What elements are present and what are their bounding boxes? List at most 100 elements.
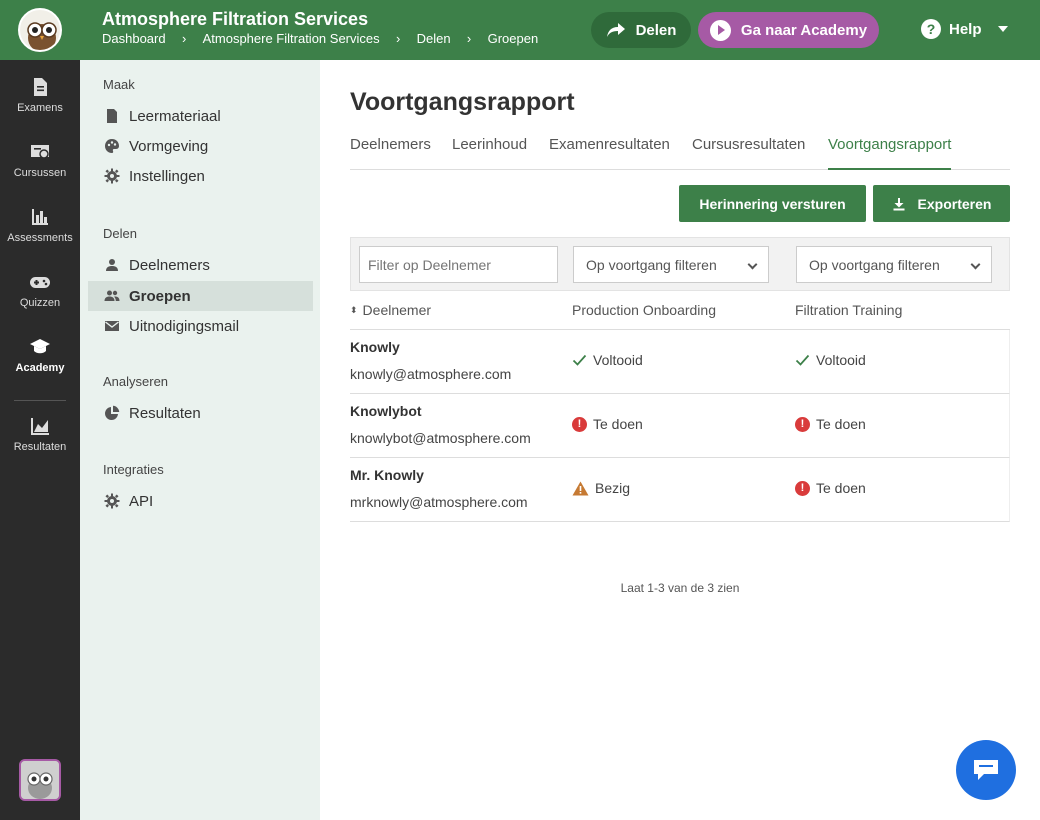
certificate-icon [31,145,49,159]
column-header-filtration-training: Filtration Training [795,302,903,318]
rail-item-assessments[interactable]: Assessments [0,206,80,266]
rail-divider [14,400,66,401]
warning-icon [572,481,589,495]
column-header-participant[interactable]: ⬍ Deelnemer [350,302,431,318]
chevron-right-icon: › [466,31,472,46]
rail-item-academy[interactable]: Academy [0,336,80,396]
breadcrumb-dashboard[interactable]: Dashboard [102,31,166,46]
area-chart-icon [31,418,49,435]
subnav-item-groepen[interactable]: Groepen [88,281,313,311]
check-icon [572,354,587,366]
logo[interactable] [0,0,80,60]
progress-filter-onboarding-select[interactable]: Op voortgang filteren [573,246,769,283]
participant-name: Knowly [350,339,400,355]
subnav-item-instellingen[interactable]: Instellingen [88,161,313,191]
gear-icon [104,168,120,184]
person-icon [106,259,118,271]
breadcrumb-organization[interactable]: Atmosphere Filtration Services [203,31,380,46]
caret-down-icon [997,26,1008,32]
export-button-label: Exporteren [917,195,992,212]
help-label: Help [949,20,982,38]
status-cell: ! Te doen [795,416,866,432]
participant-name: Mr. Knowly [350,467,424,483]
tab-cursusresultaten[interactable]: Cursusresultaten [692,136,805,170]
table-row: Mr. Knowly mrknowly@atmosphere.com Bezig… [350,458,1010,522]
chevron-right-icon: › [181,31,187,46]
subnav-item-uitnodigingsmail[interactable]: Uitnodigingsmail [88,311,313,341]
share-button[interactable]: Delen [591,12,691,48]
breadcrumb-share[interactable]: Delen [417,31,451,46]
owl-logo-icon [18,8,62,52]
app-title: Atmosphere Filtration Services [102,9,369,29]
table-header: ⬍ Deelnemer Production Onboarding Filtrat… [350,291,1010,330]
tab-deelnemers[interactable]: Deelnemers [350,136,431,170]
chevron-down-icon [747,259,758,270]
rail-item-quizzen[interactable]: Quizzen [0,271,80,331]
participant-name: Knowlybot [350,403,422,419]
chevron-right-icon: › [395,31,401,46]
academy-button[interactable]: Ga naar Academy [698,12,879,48]
play-icon [709,19,731,41]
chat-button[interactable] [956,740,1016,800]
subnav-item-deelnemers[interactable]: Deelnemers [88,250,313,280]
tab-examenresultaten[interactable]: Examenresultaten [549,136,670,170]
section-label-integraties: Integraties [103,462,164,477]
share-button-label: Delen [635,21,677,39]
status-cell: Bezig [572,480,630,496]
subnav-item-resultaten[interactable]: Resultaten [88,398,313,428]
section-label-analyseren: Analyseren [103,374,169,389]
group-icon [104,290,120,301]
breadcrumb-groups: Groepen [487,31,539,46]
status-cell: Voltooid [572,352,643,368]
subnav-item-vormgeving[interactable]: Vormgeving [88,131,313,161]
pagination-info: Laat 1-3 van de 3 zien [620,581,740,595]
participant-filter-input[interactable] [359,246,558,283]
section-label-maak: Maak [103,77,135,92]
tab-leerinhoud[interactable]: Leerinhoud [452,136,527,170]
question-icon: ? [921,19,941,39]
rail-item-examens[interactable]: Examens [0,76,80,136]
section-label-delen: Delen [103,226,137,241]
breadcrumb: Dashboard › Atmosphere Filtration Servic… [102,31,538,46]
top-bar: Atmosphere Filtration Services Dashboard… [0,0,1040,60]
chevron-down-icon [970,259,981,270]
share-arrow-icon [606,23,625,37]
user-avatar[interactable] [19,759,61,801]
alert-circle-icon: ! [572,416,587,432]
palette-icon [105,139,119,153]
tab-voortgangsrapport[interactable]: Voortgangsrapport [828,136,952,170]
rail-item-cursussen[interactable]: Cursussen [0,141,80,201]
participant-email: mrknowly@atmosphere.com [350,494,528,510]
subnav-item-api[interactable]: API [88,486,313,516]
status-cell: ! Te doen [572,416,643,432]
status-cell: ! Te doen [795,480,866,496]
table-row: Knowlybot knowlybot@atmosphere.com ! Te … [350,394,1010,458]
progress-filter-training-select[interactable]: Op voortgang filteren [796,246,992,283]
page-title: Voortgangsrapport [350,88,575,116]
participant-email: knowlybot@atmosphere.com [350,430,531,446]
alert-circle-icon: ! [795,416,810,432]
bar-chart-icon [32,209,48,225]
pie-chart-icon [105,405,120,420]
sort-icon: ⬍ [350,305,358,315]
owl-avatar-icon [21,761,59,799]
help-menu[interactable]: ? Help [921,19,1008,39]
filter-bar: Op voortgang filteren Op voortgang filte… [350,237,1010,291]
send-reminder-button[interactable]: Herinnering versturen [679,185,866,222]
subnav-item-leermateriaal[interactable]: Leermateriaal [88,101,313,131]
chat-bubble-icon [974,760,998,780]
alert-circle-icon: ! [795,480,810,496]
download-icon [893,197,905,210]
mail-icon [105,321,119,331]
status-cell: Voltooid [795,352,866,368]
rail-item-resultaten[interactable]: Resultaten [0,415,80,475]
gamepad-icon [30,277,50,288]
check-icon [795,354,810,366]
tab-bar: Deelnemers Leerinhoud Examenresultaten C… [350,132,1010,170]
secondary-nav: Maak Leermateriaal Vormgeving Instelling… [80,60,320,820]
gear-icon [104,493,120,509]
participant-email: knowly@atmosphere.com [350,366,512,382]
export-button[interactable]: Exporteren [873,185,1010,222]
table-row: Knowly knowly@atmosphere.com Voltooid Vo… [350,330,1010,394]
academy-button-label: Ga naar Academy [740,21,868,39]
